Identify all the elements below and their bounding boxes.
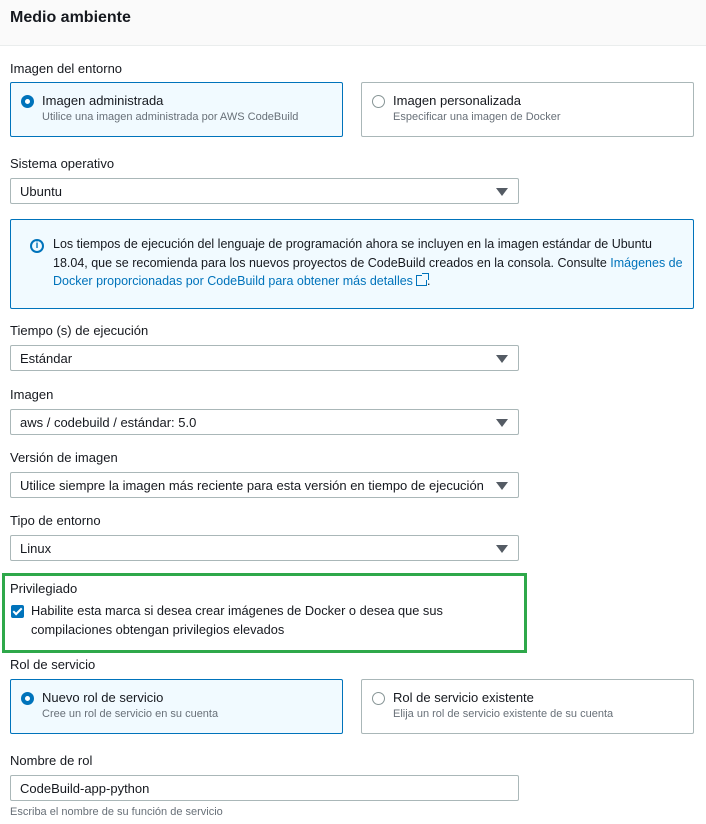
custom-image-title: Imagen personalizada	[393, 93, 521, 108]
new-service-role-tile[interactable]: Nuevo rol de servicio Cree un rol de ser…	[10, 679, 343, 734]
image-version-value: Utilice siempre la imagen más reciente p…	[20, 478, 484, 493]
managed-image-radio[interactable]	[21, 95, 34, 108]
image-select[interactable]: aws / codebuild / estándar: 5.0	[10, 409, 519, 435]
info-text: Los tiempos de ejecución del lenguaje de…	[53, 235, 683, 291]
role-name-input[interactable]: CodeBuild-app-python	[10, 775, 519, 801]
new-service-role-radio[interactable]	[21, 692, 34, 705]
chevron-down-icon	[496, 188, 508, 196]
role-name-value: CodeBuild-app-python	[20, 781, 150, 796]
new-service-role-title: Nuevo rol de servicio	[42, 690, 164, 705]
os-select[interactable]: Ubuntu	[10, 178, 519, 204]
chevron-down-icon	[496, 355, 508, 363]
info-icon: i	[30, 239, 44, 253]
role-name-hint: Escriba el nombre de su función de servi…	[10, 806, 223, 818]
os-value: Ubuntu	[20, 184, 62, 199]
env-type-value: Linux	[20, 541, 52, 556]
env-type-select[interactable]: Linux	[10, 535, 519, 561]
new-service-role-desc: Cree un rol de servicio en su cuenta	[42, 708, 219, 720]
custom-image-desc: Especificar una imagen de Docker	[393, 111, 561, 123]
image-version-select[interactable]: Utilice siempre la imagen más reciente p…	[10, 472, 519, 498]
existing-service-role-title: Rol de servicio existente	[393, 690, 534, 705]
section-header: Medio ambiente	[0, 0, 706, 46]
managed-image-tile[interactable]: Imagen administrada Utilice una imagen a…	[10, 82, 343, 137]
custom-image-tile[interactable]: Imagen personalizada Especificar una ima…	[361, 82, 694, 137]
os-label: Sistema operativo	[10, 156, 115, 171]
managed-image-title: Imagen administrada	[42, 93, 164, 108]
image-label: Imagen	[10, 387, 54, 402]
chevron-down-icon	[496, 482, 508, 490]
external-link-icon[interactable]	[415, 273, 429, 286]
existing-service-role-radio[interactable]	[372, 692, 385, 705]
image-value: aws / codebuild / estándar: 5.0	[20, 415, 197, 430]
image-env-label: Imagen del entorno	[10, 61, 123, 76]
privileged-checkbox-text[interactable]: Habilite esta marca si desea crear imáge…	[31, 601, 521, 639]
service-role-label: Rol de servicio	[10, 657, 96, 672]
existing-service-role-desc: Elija un rol de servicio existente de su…	[393, 708, 614, 720]
custom-image-radio[interactable]	[372, 95, 385, 108]
runtime-info-alert: i Los tiempos de ejecución del lenguaje …	[10, 219, 694, 309]
runtime-select[interactable]: Estándar	[10, 345, 519, 371]
runtime-label: Tiempo (s) de ejecución	[10, 323, 149, 338]
privileged-label: Privilegiado	[10, 581, 78, 596]
info-body: Los tiempos de ejecución del lenguaje de…	[53, 237, 653, 270]
image-version-label: Versión de imagen	[10, 450, 118, 465]
section-title: Medio ambiente	[10, 9, 131, 26]
env-type-label: Tipo de entorno	[10, 513, 101, 528]
privileged-checkbox[interactable]	[11, 605, 24, 618]
runtime-value: Estándar	[20, 351, 73, 366]
chevron-down-icon	[496, 419, 508, 427]
chevron-down-icon	[496, 545, 508, 553]
managed-image-desc: Utilice una imagen administrada por AWS …	[42, 111, 299, 123]
existing-service-role-tile[interactable]: Rol de servicio existente Elija un rol d…	[361, 679, 694, 734]
role-name-label: Nombre de rol	[10, 753, 93, 768]
